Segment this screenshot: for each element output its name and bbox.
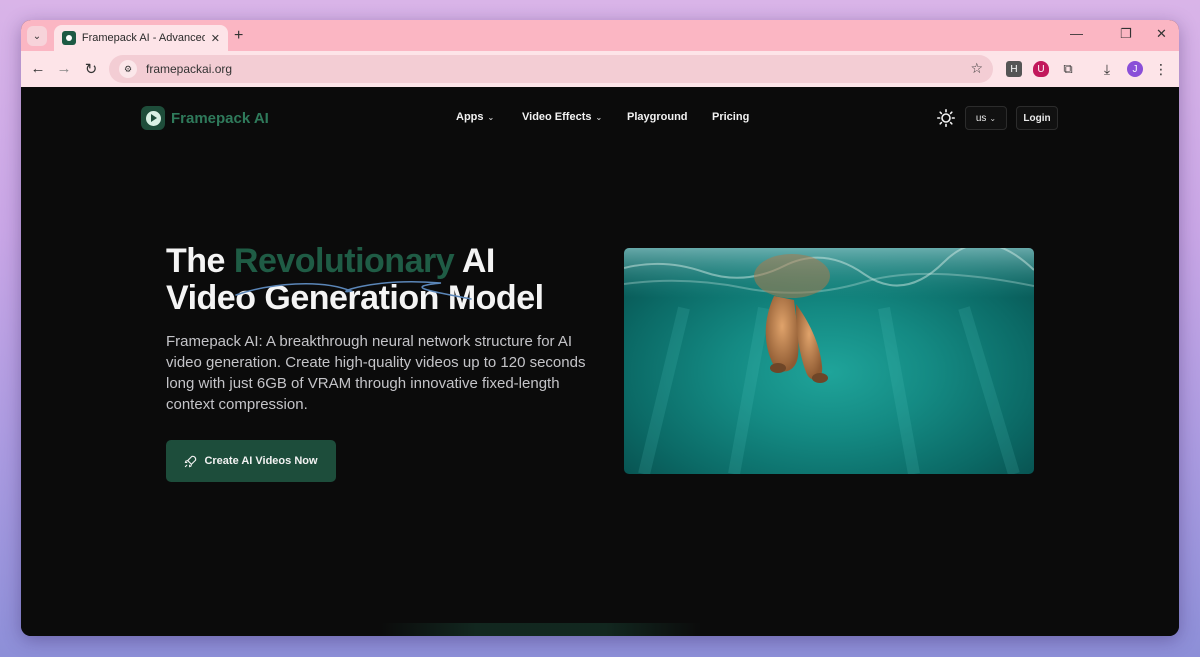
browser-tab-active[interactable]: Framepack AI - Advanced Neur ✕ [54, 25, 228, 51]
next-section-heading-peek [381, 623, 701, 636]
play-logo-icon [141, 106, 165, 130]
hero-title-the: The [166, 242, 225, 280]
chevron-down-icon: ⌄ [595, 112, 603, 122]
download-icon[interactable]: ⤓ [1099, 61, 1115, 77]
tab-strip: ⌄ Framepack AI - Advanced Neur ✕ + — ❐ ✕ [21, 20, 1179, 51]
hero-video[interactable] [624, 248, 1034, 474]
menu-kebab-icon[interactable]: ⋮ [1153, 61, 1169, 77]
favicon-icon [62, 31, 76, 45]
tab-close-icon[interactable]: ✕ [211, 32, 220, 45]
extensions-puzzle-icon[interactable]: ⧉ [1060, 61, 1076, 77]
tab-title: Framepack AI - Advanced Neur [81, 32, 205, 44]
web-page: Framepack AI Apps ⌄ Video Effects ⌄ Play… [21, 87, 1179, 636]
language-selector[interactable]: us ⌄ [965, 106, 1007, 130]
address-bar[interactable]: ⚙ framepackai.org ☆ [109, 55, 993, 83]
nav-apps[interactable]: Apps ⌄ [456, 111, 494, 123]
site-info-icon[interactable]: ⚙ [119, 60, 137, 78]
site-logo[interactable]: Framepack AI [141, 106, 269, 130]
extension-h-icon[interactable]: H [1006, 61, 1022, 77]
chevron-down-icon: ⌄ [487, 112, 495, 122]
nav-video-effects-label: Video Effects [522, 111, 592, 123]
close-window-icon[interactable]: ✕ [1156, 26, 1167, 42]
hero-description: Framepack AI: A breakthrough neural netw… [166, 333, 586, 413]
create-videos-label: Create AI Videos Now [204, 455, 318, 467]
nav-pricing-label: Pricing [712, 111, 750, 123]
url-text[interactable]: framepackai.org [146, 62, 232, 76]
back-arrow-icon[interactable]: ← [29, 60, 47, 77]
restore-icon[interactable]: ❐ [1120, 26, 1132, 42]
nav-apps-label: Apps [456, 111, 484, 123]
nav-video-effects[interactable]: Video Effects ⌄ [522, 111, 602, 123]
forward-arrow-icon[interactable]: → [55, 60, 73, 77]
rocket-icon [185, 455, 197, 467]
profile-avatar[interactable]: J [1127, 61, 1143, 77]
new-tab-plus-icon[interactable]: + [234, 27, 243, 45]
brand-name: Framepack AI [171, 109, 269, 127]
browser-window: ⌄ Framepack AI - Advanced Neur ✕ + — ❐ ✕… [21, 20, 1179, 636]
scribble-underline-decoration [235, 281, 472, 300]
login-button[interactable]: Login [1016, 106, 1058, 130]
tab-search-chevron-icon[interactable]: ⌄ [27, 26, 47, 46]
nav-pricing[interactable]: Pricing [712, 111, 749, 123]
shield-extension-icon[interactable]: U [1033, 61, 1049, 77]
reload-icon[interactable]: ↻ [82, 60, 100, 78]
minimize-icon[interactable]: — [1070, 26, 1083, 41]
bookmark-star-icon[interactable]: ☆ [970, 60, 983, 77]
underwater-bear-video-frame [624, 248, 1034, 474]
theme-toggle-sun-icon[interactable] [937, 109, 955, 127]
chevron-down-icon: ⌄ [989, 113, 997, 123]
create-videos-button[interactable]: Create AI Videos Now [166, 440, 336, 482]
nav-playground[interactable]: Playground [627, 111, 688, 123]
browser-toolbar: ← → ↻ ⚙ framepackai.org ☆ H U ⧉ ⤓ J ⋮ [21, 51, 1179, 87]
language-label: us [975, 112, 987, 124]
nav-playground-label: Playground [627, 111, 688, 123]
